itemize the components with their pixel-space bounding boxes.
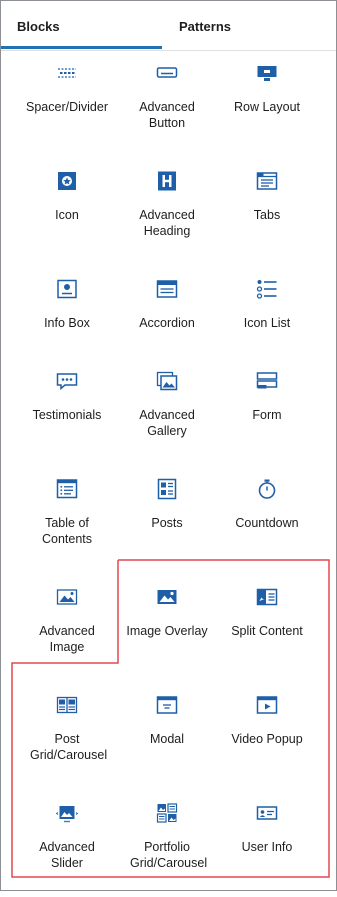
posts-icon — [156, 478, 178, 500]
block-item-image-overlay[interactable]: Image Overlay — [112, 581, 222, 681]
block-label: Portfolio Grid/Carousel — [130, 840, 208, 870]
block-item-video-popup[interactable]: Video Popup — [212, 689, 322, 789]
block-label: Icon — [55, 208, 79, 222]
block-item-accordion[interactable]: Accordion — [112, 273, 222, 373]
block-label: Modal — [149, 732, 185, 746]
block-label: Advanced Gallery — [139, 408, 195, 438]
user-info-icon — [256, 802, 278, 824]
block-label: User Info — [241, 840, 293, 854]
block-item-testimonials[interactable]: Testimonials — [12, 365, 122, 465]
block-item-icon-list[interactable]: Icon List — [212, 273, 322, 373]
split-content-icon — [256, 586, 278, 608]
portfolio-grid-icon — [156, 802, 178, 824]
block-label: Advanced Button — [139, 100, 195, 130]
form-icon — [256, 370, 278, 392]
block-label: Post Grid/Carousel — [30, 732, 108, 762]
advanced-button-icon — [156, 62, 178, 84]
block-label: Accordion — [139, 316, 195, 330]
image-overlay-icon — [156, 586, 178, 608]
icon-list-icon — [256, 278, 278, 300]
block-item-split-content[interactable]: Split Content — [212, 581, 322, 681]
block-item-user-info[interactable]: User Info — [212, 797, 322, 897]
block-item-post-grid[interactable]: Post Grid/Carousel — [12, 689, 122, 789]
block-item-advanced-gallery[interactable]: Advanced Gallery — [112, 365, 222, 465]
block-label: Icon List — [243, 316, 291, 330]
advanced-slider-icon — [56, 802, 78, 824]
block-item-info-box[interactable]: Info Box — [12, 273, 122, 373]
advanced-heading-icon — [156, 170, 178, 192]
info-box-icon — [56, 278, 78, 300]
block-item-advanced-heading[interactable]: Advanced Heading — [112, 165, 222, 265]
inserter-tabs: Blocks Patterns — [1, 1, 336, 51]
video-popup-icon — [256, 694, 278, 716]
block-item-form[interactable]: Form — [212, 365, 322, 465]
post-grid-icon — [56, 694, 78, 716]
block-item-row-layout[interactable]: Row Layout — [212, 57, 322, 157]
tabs-icon — [256, 170, 278, 192]
tab-blocks[interactable]: Blocks — [1, 1, 162, 49]
block-label: Advanced Slider — [39, 840, 95, 870]
block-label: Testimonials — [32, 408, 102, 422]
table-of-contents-icon — [56, 478, 78, 500]
block-label: Spacer/Divider — [26, 100, 108, 114]
block-label: Image Overlay — [126, 624, 208, 638]
testimonials-icon — [56, 370, 78, 392]
block-label: Advanced Image — [39, 624, 95, 654]
block-item-spacer-divider[interactable]: Spacer/Divider — [12, 57, 122, 157]
icon-block-icon — [56, 170, 78, 192]
block-item-portfolio-grid[interactable]: Portfolio Grid/Carousel — [112, 797, 222, 897]
countdown-icon — [256, 478, 278, 500]
block-item-tabs[interactable]: Tabs — [212, 165, 322, 265]
block-item-modal[interactable]: Modal — [112, 689, 222, 789]
block-label: Form — [252, 408, 282, 422]
block-label: Row Layout — [233, 100, 300, 114]
block-item-posts[interactable]: Posts — [112, 473, 222, 573]
modal-icon — [156, 694, 178, 716]
block-item-advanced-image[interactable]: Advanced Image — [12, 581, 122, 681]
block-item-icon-block[interactable]: Icon — [12, 165, 122, 265]
advanced-gallery-icon — [156, 370, 178, 392]
accordion-icon — [156, 278, 178, 300]
spacer-divider-icon — [56, 62, 78, 84]
block-label: Tabs — [253, 208, 281, 222]
block-item-advanced-slider[interactable]: Advanced Slider — [12, 797, 122, 897]
block-label: Split Content — [231, 624, 303, 638]
block-label: Advanced Heading — [139, 208, 195, 238]
block-label: Video Popup — [231, 732, 303, 746]
row-layout-icon — [256, 62, 278, 84]
block-label: Table of Contents — [41, 516, 93, 546]
advanced-image-icon — [56, 586, 78, 608]
block-item-advanced-button[interactable]: Advanced Button — [112, 57, 222, 157]
block-label: Posts — [151, 516, 183, 530]
block-item-table-of-contents[interactable]: Table of Contents — [12, 473, 122, 573]
tab-patterns[interactable]: Patterns — [179, 1, 231, 50]
block-label: Info Box — [44, 316, 90, 330]
block-item-countdown[interactable]: Countdown — [212, 473, 322, 573]
block-label: Countdown — [235, 516, 299, 530]
